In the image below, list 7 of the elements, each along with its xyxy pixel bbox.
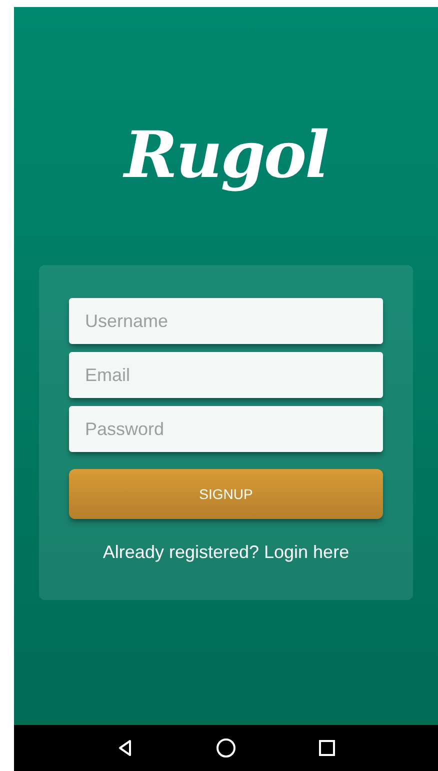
login-link[interactable]: Already registered? Login here bbox=[102, 539, 350, 566]
input-field[interactable]: Email bbox=[69, 352, 383, 398]
input-field[interactable]: Username bbox=[69, 298, 383, 344]
input-field[interactable]: Password bbox=[69, 406, 383, 452]
home-icon[interactable] bbox=[214, 737, 237, 759]
signup-button[interactable]: SIGNUP bbox=[69, 469, 383, 519]
app-logo: Rugol bbox=[122, 117, 329, 196]
